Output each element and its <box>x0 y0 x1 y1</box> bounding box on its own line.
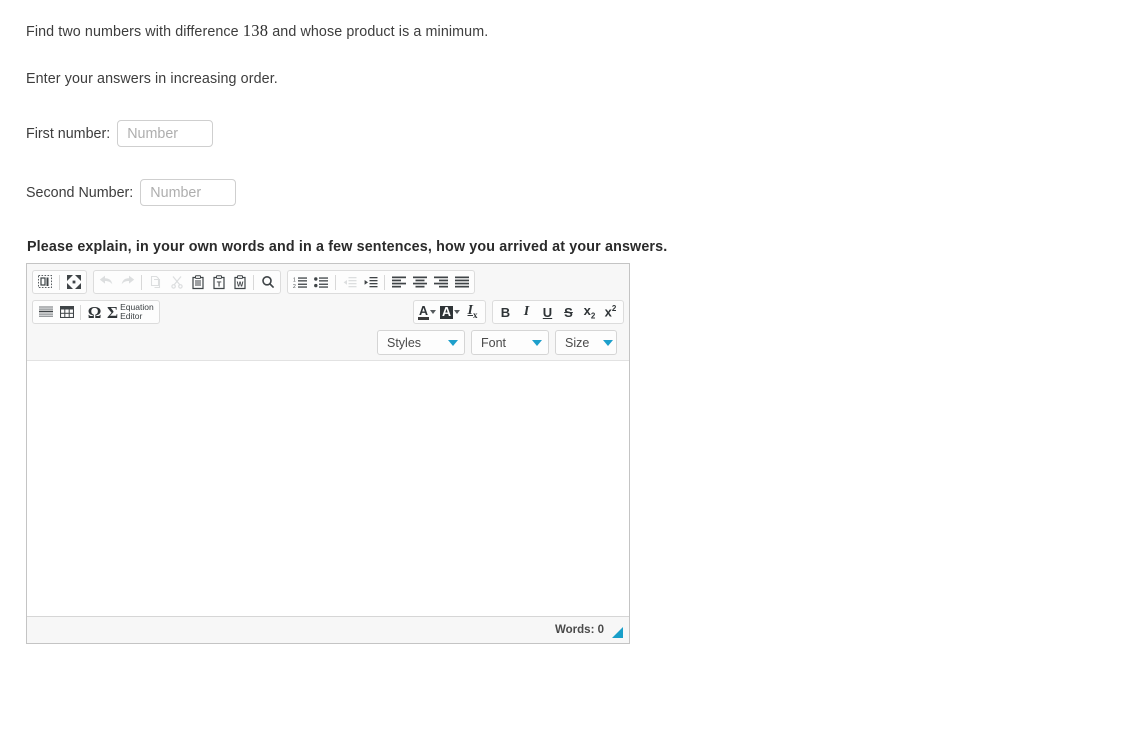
paste-icon[interactable] <box>187 272 208 292</box>
toolbar-group-view <box>32 270 87 294</box>
align-left-icon[interactable] <box>388 272 409 292</box>
chevron-down-icon <box>448 339 458 346</box>
toolbar-separator <box>80 304 81 320</box>
bold-icon[interactable]: B <box>495 302 516 322</box>
toolbar-separator <box>335 274 336 290</box>
toolbar-row-2: Ω Σ Equation Editor A A Ix B I U S x2 x2 <box>29 297 627 327</box>
superscript-icon[interactable]: x2 <box>600 302 621 322</box>
align-right-icon[interactable] <box>430 272 451 292</box>
bulleted-list-icon[interactable] <box>311 272 332 292</box>
special-char-glyph: Ω <box>87 302 102 322</box>
toolbar-separator <box>59 274 60 290</box>
size-dropdown-label: Size <box>565 335 590 350</box>
equation-editor-label-line2: Editor <box>120 311 143 321</box>
background-color-icon[interactable]: A <box>438 302 462 322</box>
horizontal-rule-icon[interactable] <box>35 302 56 322</box>
show-blocks-icon[interactable] <box>35 272 56 292</box>
underline-glyph: U <box>542 304 553 320</box>
table-icon[interactable] <box>56 302 77 322</box>
question-difference-value: 138 <box>242 21 269 40</box>
paste-text-icon[interactable]: T <box>208 272 229 292</box>
copy-icon[interactable] <box>145 272 166 292</box>
font-dropdown-label: Font <box>481 335 507 350</box>
svg-text:1: 1 <box>293 277 296 283</box>
question-text-after: and whose product is a minimum. <box>268 24 489 40</box>
first-number-input[interactable] <box>117 120 214 147</box>
search-icon[interactable] <box>257 272 278 292</box>
underline-icon[interactable]: U <box>537 302 558 322</box>
question-line-1: Find two numbers with difference 138 and… <box>26 21 488 41</box>
subscript-glyph: x2 <box>583 302 596 321</box>
indent-icon[interactable] <box>360 272 381 292</box>
special-char-icon[interactable]: Ω <box>84 302 105 322</box>
rich-text-editor: T W 1 2 Ω Σ Equation Editor A A Ix B I U… <box>26 263 630 644</box>
toolbar-row-3: Styles Font Size <box>29 327 627 358</box>
italic-glyph: I <box>523 304 530 319</box>
undo-icon[interactable] <box>96 272 117 292</box>
numbered-list-icon[interactable]: 1 2 <box>290 272 311 292</box>
word-count-label: Words: 0 <box>555 624 604 636</box>
chevron-down-icon <box>454 310 460 314</box>
background-color-letter: A <box>439 304 453 319</box>
toolbar-separator <box>384 274 385 290</box>
editor-content-area[interactable] <box>27 361 629 616</box>
sigma-icon: Σ <box>107 302 119 322</box>
strikethrough-icon[interactable]: S <box>558 302 579 322</box>
toolbar-group-colors: A A Ix <box>412 300 486 324</box>
second-number-input[interactable] <box>140 179 237 206</box>
redo-icon[interactable] <box>117 272 138 292</box>
align-center-icon[interactable] <box>409 272 430 292</box>
italic-icon[interactable]: I <box>516 302 537 322</box>
paste-word-icon[interactable]: W <box>229 272 250 292</box>
explain-heading: Please explain, in your own words and in… <box>27 239 668 255</box>
chevron-down-icon <box>429 310 436 314</box>
resize-handle[interactable] <box>612 626 623 638</box>
subscript-icon[interactable]: x2 <box>579 302 600 322</box>
remove-format-glyph: Ix <box>467 303 478 320</box>
toolbar-group-clipboard: T W <box>93 270 281 294</box>
equation-editor-button[interactable]: Σ Equation Editor <box>105 302 157 322</box>
styles-dropdown[interactable]: Styles <box>377 330 465 355</box>
svg-text:2: 2 <box>293 283 296 288</box>
strikethrough-glyph: S <box>564 304 573 320</box>
equation-editor-label: Equation Editor <box>120 303 154 321</box>
question-text-before: Find two numbers with difference <box>26 24 243 40</box>
toolbar-group-basic-styles: B I U S x2 x2 <box>492 300 624 324</box>
editor-toolbar: T W 1 2 Ω Σ Equation Editor A A Ix B I U… <box>27 264 629 361</box>
svg-text:W: W <box>236 281 243 288</box>
first-number-row: First number: <box>26 120 214 147</box>
svg-text:T: T <box>216 279 221 288</box>
justify-icon[interactable] <box>451 272 472 292</box>
cut-icon[interactable] <box>166 272 187 292</box>
second-number-row: Second Number: <box>26 179 237 206</box>
size-dropdown[interactable]: Size <box>555 330 617 355</box>
toolbar-row-1: T W 1 2 <box>29 267 627 297</box>
outdent-icon[interactable] <box>339 272 360 292</box>
superscript-glyph: x2 <box>604 304 617 320</box>
text-color-icon[interactable]: A <box>416 302 438 322</box>
second-number-label: Second Number: <box>26 184 134 201</box>
toolbar-separator <box>253 274 254 290</box>
question-line-2: Enter your answers in increasing order. <box>26 71 278 87</box>
toolbar-separator <box>141 274 142 290</box>
toolbar-group-insert: Ω Σ Equation Editor <box>32 300 160 324</box>
chevron-down-icon <box>532 339 542 346</box>
remove-format-icon[interactable]: Ix <box>462 302 483 322</box>
font-dropdown[interactable]: Font <box>471 330 549 355</box>
chevron-down-icon <box>603 339 614 346</box>
toolbar-group-paragraph: 1 2 <box>287 270 475 294</box>
styles-dropdown-label: Styles <box>387 335 422 350</box>
first-number-label: First number: <box>26 125 111 142</box>
editor-footer: Words: 0 <box>27 616 629 643</box>
text-color-letter: A <box>417 303 429 320</box>
bold-glyph: B <box>500 304 511 320</box>
maximize-icon[interactable] <box>63 272 84 292</box>
